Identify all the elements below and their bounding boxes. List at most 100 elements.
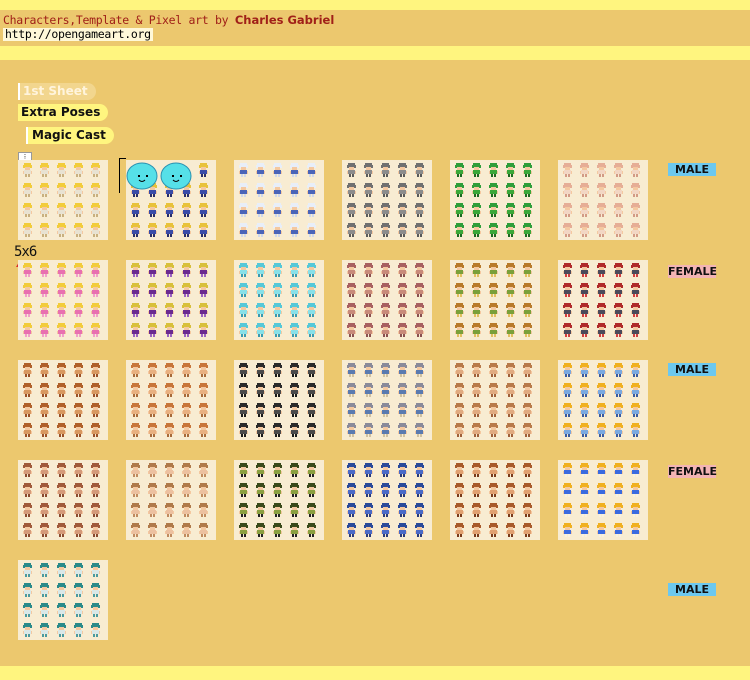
sprite-figure <box>398 203 407 217</box>
sprite-sheet-thumbnail[interactable] <box>450 460 540 540</box>
female-tag[interactable]: FEMALE <box>668 265 717 278</box>
sprite-figure <box>506 403 515 417</box>
sprite-figure <box>23 563 32 577</box>
sprite-sheet-thumbnail[interactable] <box>342 160 432 240</box>
sprite-figure <box>347 383 356 397</box>
first-sheet-button[interactable]: 1st Sheet <box>18 83 96 100</box>
sprite-figure <box>74 183 83 197</box>
sprite-sheet-thumbnail[interactable] <box>126 160 216 240</box>
sprite-sheet-thumbnail[interactable] <box>558 360 648 440</box>
sprite-figure <box>563 323 572 337</box>
sprite-figure <box>40 523 49 537</box>
male-tag[interactable]: MALE <box>668 363 716 376</box>
sprite-figure <box>182 523 191 537</box>
sprite-figure <box>523 183 532 197</box>
sprite-sheet-thumbnail[interactable] <box>558 460 648 540</box>
sprite-sheet-art <box>23 263 100 337</box>
sprite-sheet-art <box>131 263 208 337</box>
sprite-sheet-thumbnail[interactable] <box>342 460 432 540</box>
sprite-figure <box>381 163 390 177</box>
sprite-sheet-art <box>563 363 640 437</box>
sprite-sheet-thumbnail[interactable] <box>234 160 324 240</box>
sprite-figure <box>472 283 481 297</box>
sprite-sheet-art <box>23 563 100 637</box>
sprite-sheet-thumbnail[interactable] <box>558 160 648 240</box>
sprite-figure <box>614 183 623 197</box>
sprite-sheet-thumbnail[interactable] <box>18 360 108 440</box>
sprite-figure <box>40 563 49 577</box>
sprite-sheet-thumbnail[interactable] <box>18 160 108 240</box>
sprite-figure <box>239 283 248 297</box>
sprite-figure <box>455 403 464 417</box>
male-tag[interactable]: MALE <box>668 583 716 596</box>
sprite-figure <box>273 263 282 277</box>
sprite-figure <box>239 483 248 497</box>
sprite-figure <box>563 203 572 217</box>
sprite-figure <box>415 283 424 297</box>
sprite-figure <box>74 563 83 577</box>
sprite-figure <box>273 163 282 177</box>
sprite-sheet-thumbnail[interactable] <box>450 360 540 440</box>
sprite-figure <box>597 463 606 477</box>
sprite-figure <box>472 203 481 217</box>
sprite-sheet-art <box>563 163 640 237</box>
sprite-figure <box>307 163 316 177</box>
sprite-figure <box>57 303 66 317</box>
sprite-sheet-thumbnail[interactable] <box>234 260 324 340</box>
sprite-sheet-thumbnail[interactable] <box>234 360 324 440</box>
sprite-figure <box>57 163 66 177</box>
sprite-figure <box>307 463 316 477</box>
sprite-sheet-thumbnail[interactable] <box>450 260 540 340</box>
sprite-figure <box>506 263 515 277</box>
sprite-figure <box>91 323 100 337</box>
sprite-figure <box>239 263 248 277</box>
source-url-link[interactable]: http://opengameart.org <box>3 28 153 41</box>
sprite-sheet-thumbnail[interactable] <box>18 260 108 340</box>
sprite-figure <box>131 383 140 397</box>
sprite-figure <box>398 483 407 497</box>
extra-poses-button[interactable]: Extra Poses <box>18 104 109 121</box>
sprite-figure <box>381 503 390 517</box>
sprite-figure <box>489 503 498 517</box>
sprite-figure <box>364 483 373 497</box>
sprite-figure <box>307 483 316 497</box>
sprite-figure <box>307 503 316 517</box>
magic-cast-button[interactable]: Magic Cast <box>26 127 114 144</box>
sprite-figure <box>347 183 356 197</box>
sprite-figure <box>631 223 640 237</box>
sprite-figure <box>165 263 174 277</box>
sprite-sheet-art <box>455 463 532 537</box>
sprite-figure <box>472 423 481 437</box>
sprite-figure <box>472 523 481 537</box>
sprite-figure <box>614 403 623 417</box>
sprite-figure <box>148 483 157 497</box>
sprite-figure <box>455 163 464 177</box>
sprite-sheet-thumbnail[interactable] <box>126 260 216 340</box>
sprite-sheet-art <box>347 263 424 337</box>
sprite-sheet-thumbnail[interactable] <box>342 360 432 440</box>
sprite-figure <box>40 163 49 177</box>
sprite-sheet-thumbnail[interactable] <box>450 160 540 240</box>
sprite-figure <box>182 203 191 217</box>
sprite-figure <box>347 283 356 297</box>
sprite-figure <box>307 363 316 377</box>
sprite-sheet-thumbnail[interactable] <box>342 260 432 340</box>
sprite-figure <box>381 403 390 417</box>
sprite-sheet-thumbnail[interactable] <box>234 460 324 540</box>
sprite-sheet-thumbnail[interactable] <box>18 560 108 640</box>
female-tag[interactable]: FEMALE <box>668 465 717 478</box>
male-tag[interactable]: MALE <box>668 163 716 176</box>
sprite-figure <box>74 203 83 217</box>
sprite-sheet-thumbnail[interactable] <box>126 460 216 540</box>
sprite-figure <box>273 403 282 417</box>
sprite-sheet-thumbnail[interactable] <box>18 460 108 540</box>
sprite-figure <box>597 223 606 237</box>
sprite-sheet-thumbnail[interactable] <box>126 360 216 440</box>
sprite-figure <box>131 483 140 497</box>
sprite-figure <box>148 303 157 317</box>
sprite-figure <box>91 303 100 317</box>
sprite-figure <box>57 483 66 497</box>
sprite-figure <box>455 323 464 337</box>
sprite-figure <box>614 483 623 497</box>
sprite-sheet-thumbnail[interactable] <box>558 260 648 340</box>
